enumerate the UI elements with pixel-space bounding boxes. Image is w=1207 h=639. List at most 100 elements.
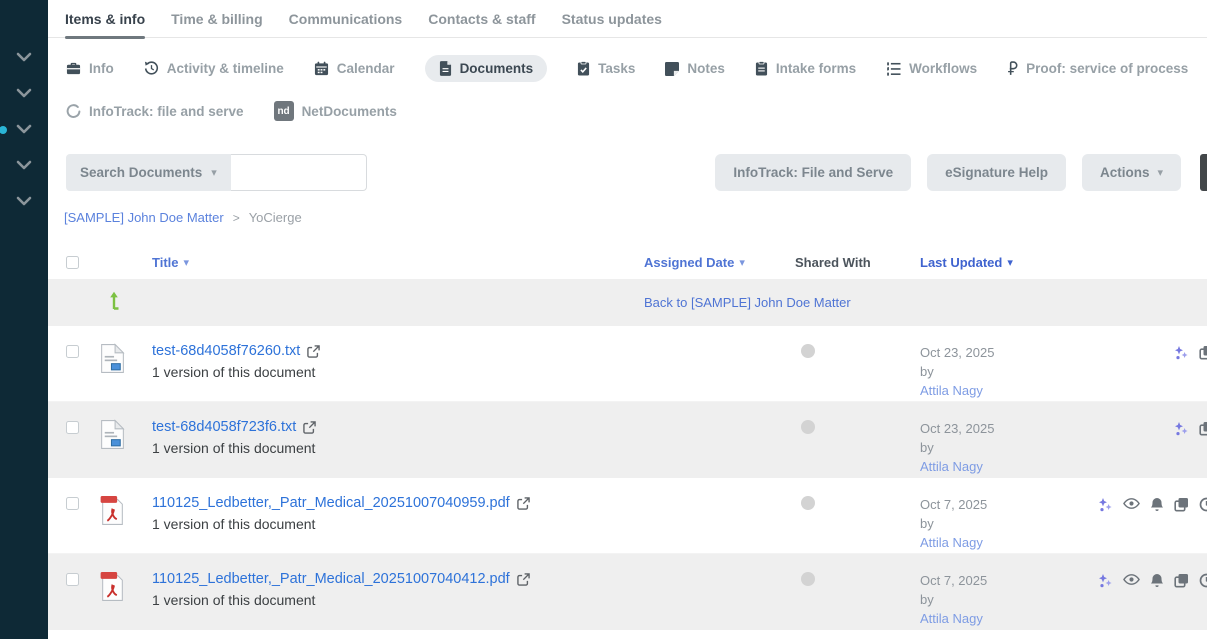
eye-icon[interactable] [1123,497,1140,513]
by-label: by [920,438,1095,457]
subtab-label: NetDocuments [302,104,397,119]
actions-button[interactable]: Actions ▾ [1082,154,1181,191]
document-link[interactable]: 110125_Ledbetter,_Patr_Medical_202510070… [152,571,510,587]
copy-icon[interactable] [1199,345,1207,361]
by-label: by [920,514,1095,533]
chevron-down-icon [16,49,32,67]
external-link-icon[interactable] [517,573,530,586]
back-navigation-row: Back to [SAMPLE] John Doe Matter [48,279,1207,326]
subtab-label: Intake forms [776,61,856,76]
bell-icon[interactable] [1150,497,1164,513]
author-link[interactable]: Attila Nagy [920,535,983,550]
sidebar-item-3-active[interactable] [0,112,48,148]
caret-down-icon: ▾ [211,166,217,179]
subtab-netdocuments[interactable]: nd NetDocuments [274,95,397,127]
row-checkbox[interactable] [66,573,79,586]
sparkle-icon[interactable] [1173,421,1189,437]
up-level-arrow-icon[interactable] [109,291,125,310]
column-header-last-updated[interactable]: Last Updated▾ [920,255,1095,270]
author-link[interactable]: Attila Nagy [920,383,983,398]
chevron-down-icon [16,157,32,175]
netdocuments-logo-icon: nd [274,101,294,121]
breadcrumb-current-folder: YoCierge [249,210,302,225]
sidebar-item-5[interactable] [0,184,48,220]
table-row: 110125_Ledbetter,_Patr_Medical_202510070… [48,478,1207,554]
chevron-down-icon [16,193,32,211]
document-link[interactable]: 110125_Ledbetter,_Patr_Medical_202510070… [152,495,510,511]
copy-icon[interactable] [1199,421,1207,437]
row-checkbox[interactable] [66,497,79,510]
subtab-calendar[interactable]: Calendar [314,55,395,82]
tab-contacts-staff[interactable]: Contacts & staff [428,0,535,38]
subtab-workflows[interactable]: Workflows [886,55,977,82]
by-label: by [920,590,1095,609]
history-icon [144,61,159,76]
sidebar-item-4[interactable] [0,148,48,184]
row-checkbox[interactable] [66,421,79,434]
clock-icon[interactable] [1199,497,1207,513]
tab-communications[interactable]: Communications [289,0,403,38]
back-to-matter-link[interactable]: Back to [SAMPLE] John Doe Matter [644,295,795,310]
arc-icon [66,104,81,119]
sparkle-icon[interactable] [1097,573,1113,589]
subtab-intake-forms[interactable]: Intake forms [755,55,856,82]
calendar-icon [314,61,329,76]
clock-icon[interactable] [1199,573,1207,589]
infotrack-file-serve-button[interactable]: InfoTrack: File and Serve [715,154,911,191]
copy-icon[interactable] [1174,497,1189,513]
main-content: Items & info Time & billing Communicatio… [48,0,1207,639]
chevron-right-icon: > [233,211,240,225]
subtab-notes[interactable]: Notes [665,55,725,82]
tab-status-updates[interactable]: Status updates [562,0,662,38]
document-link[interactable]: test-68d4058f723f6.txt [152,419,296,435]
sparkle-icon[interactable] [1097,497,1113,513]
subtab-activity-timeline[interactable]: Activity & timeline [144,55,284,82]
tab-items-info[interactable]: Items & info [65,0,145,38]
bell-icon[interactable] [1150,573,1164,589]
esignature-help-button[interactable]: eSignature Help [927,154,1066,191]
version-info: 1 version of this document [152,516,644,532]
shared-indicator-dot [801,572,815,586]
tab-time-billing[interactable]: Time & billing [171,0,263,38]
author-link[interactable]: Attila Nagy [920,459,983,474]
external-link-icon[interactable] [307,345,320,358]
txt-file-icon [100,343,125,374]
subtab-label: Calendar [337,61,395,76]
column-header-title[interactable]: Title▾ [152,255,644,270]
intake-forms-icon [755,61,768,76]
subtab-label: Documents [460,61,534,76]
subtab-documents[interactable]: Documents [425,55,548,82]
subtab-proof-service[interactable]: Proof: service of process [1007,55,1188,82]
proof-icon [1007,61,1018,76]
subtab-label: Workflows [909,61,977,76]
row-checkbox[interactable] [66,345,79,358]
subtab-label: Activity & timeline [167,61,284,76]
copy-icon[interactable] [1174,573,1189,589]
sidebar-item-2[interactable] [0,76,48,112]
version-info: 1 version of this document [152,440,644,456]
cut-off-button[interactable] [1200,154,1207,191]
external-link-icon[interactable] [303,421,316,434]
notes-icon [665,62,679,76]
version-info: 1 version of this document [152,592,644,608]
search-input[interactable] [231,154,367,191]
subtab-tasks[interactable]: Tasks [577,55,635,82]
subtab-info[interactable]: Info [66,55,114,82]
author-link[interactable]: Attila Nagy [920,611,983,626]
eye-icon[interactable] [1123,573,1140,589]
breadcrumb-matter-link[interactable]: [SAMPLE] John Doe Matter [64,210,224,225]
workflows-icon [886,62,901,76]
document-link[interactable]: test-68d4058f76260.txt [152,343,300,359]
sidebar-item-1[interactable] [0,40,48,76]
table-row: 110125_Ledbetter,_Patr_Medical_202510070… [48,554,1207,630]
documents-table: Title▾ Assigned Date▾ Shared With Last U… [48,246,1207,630]
select-all-checkbox[interactable] [66,256,79,269]
documents-toolbar: Search Documents ▾ InfoTrack: File and S… [66,154,1181,191]
search-documents-dropdown[interactable]: Search Documents ▾ [66,154,231,191]
external-link-icon[interactable] [517,497,530,510]
txt-file-icon [100,419,125,450]
column-header-assigned-date[interactable]: Assigned Date▾ [644,255,795,270]
document-icon [439,61,452,76]
subtab-infotrack-file-serve[interactable]: InfoTrack: file and serve [66,98,244,125]
sparkle-icon[interactable] [1173,345,1189,361]
